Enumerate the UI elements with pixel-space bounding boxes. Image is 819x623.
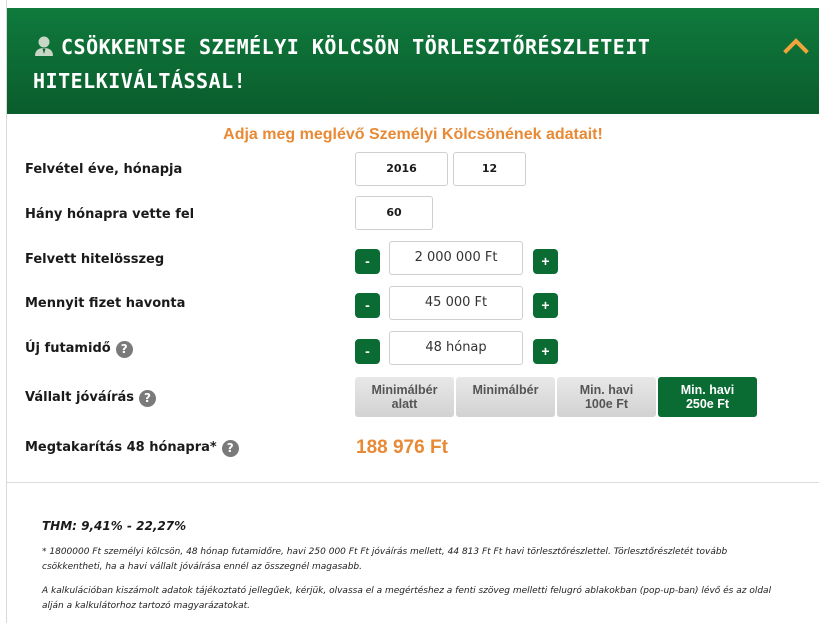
new-term-input[interactable]: 48 hónap: [389, 331, 523, 365]
amount-label: Felvett hitelösszeg: [25, 252, 165, 267]
amount-minus-button[interactable]: -: [355, 249, 380, 274]
amount-plus-button[interactable]: +: [533, 249, 558, 274]
option-line1: Minimálbér: [472, 383, 539, 397]
monthly-minus-button[interactable]: -: [355, 293, 380, 318]
amount-input[interactable]: 2 000 000 Ft: [389, 241, 523, 275]
credit-label-row: Vállalt jóváírás?: [25, 390, 157, 407]
new-term-minus-button[interactable]: -: [355, 339, 380, 364]
start-date-label: Felvétel éve, hónapja: [25, 162, 183, 177]
footnote-example: * 1800000 Ft személyi kölcsön, 48 hónap …: [42, 547, 728, 572]
calculator-header: CSÖKKENTSE SZEMÉLYI KÖLCSÖN TÖRLESZTŐRÉS…: [7, 8, 819, 114]
savings-label: Megtakarítás 48 hónapra*: [25, 440, 217, 455]
monthly-plus-button[interactable]: +: [533, 293, 558, 318]
option-line2: 250e Ft: [685, 397, 730, 411]
option-line1: Minimálbér: [371, 383, 438, 397]
option-line2: 100e Ft: [584, 397, 629, 411]
term-input[interactable]: 60: [355, 196, 433, 230]
credit-option-min-wage[interactable]: Minimálbér: [456, 377, 555, 417]
form-subtitle: Adja meg meglévő Személyi Kölcsönének ad…: [223, 126, 603, 143]
monthly-input[interactable]: 45 000 Ft: [389, 286, 523, 320]
help-icon[interactable]: ?: [139, 390, 157, 407]
help-icon[interactable]: ?: [221, 440, 239, 457]
start-year-input[interactable]: 2016: [355, 152, 448, 186]
option-line1: Min. havi: [680, 383, 735, 397]
footnote-disclaimer: A kalkulációban kiszámolt adatok tájékoz…: [42, 586, 772, 611]
option-line1: Min. havi: [579, 383, 634, 397]
header-title-text: CSÖKKENTSE SZEMÉLYI KÖLCSÖN TÖRLESZTŐRÉS…: [33, 35, 651, 93]
credit-option-100k[interactable]: Min. havi 100e Ft: [557, 377, 656, 417]
start-month-input[interactable]: 12: [453, 152, 526, 186]
savings-value: 188 976 Ft: [356, 437, 448, 458]
option-line2: alatt: [391, 397, 418, 411]
term-label: Hány hónapra vette fel: [25, 207, 195, 222]
new-term-plus-button[interactable]: +: [533, 339, 558, 364]
savings-label-row: Megtakarítás 48 hónapra*?: [25, 440, 239, 457]
help-icon[interactable]: ?: [115, 341, 133, 358]
chevron-up-icon[interactable]: [783, 36, 809, 56]
user-icon: [33, 35, 55, 66]
credit-label: Vállalt jóváírás: [25, 390, 135, 405]
new-term-label-row: Új futamidő?: [25, 341, 133, 358]
header-title: CSÖKKENTSE SZEMÉLYI KÖLCSÖN TÖRLESZTŐRÉS…: [33, 32, 693, 97]
new-term-label: Új futamidő: [25, 341, 111, 356]
thm-text: THM: 9,41% - 22,27%: [42, 519, 187, 533]
monthly-label: Mennyit fizet havonta: [25, 296, 186, 311]
divider: [7, 482, 819, 483]
credit-option-below-min-wage[interactable]: Minimálbér alatt: [355, 377, 454, 417]
credit-option-250k[interactable]: Min. havi 250e Ft: [658, 377, 757, 417]
